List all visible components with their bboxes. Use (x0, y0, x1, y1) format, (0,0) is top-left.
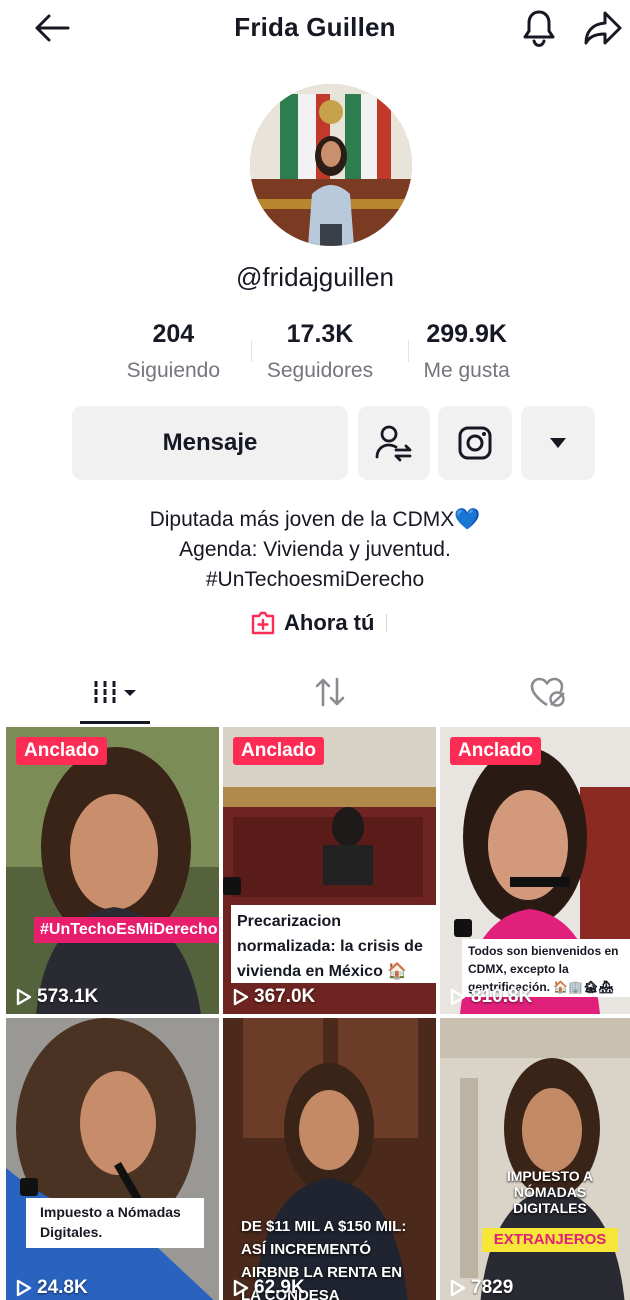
view-count-value: 7829 (471, 1277, 514, 1298)
divider (386, 614, 388, 632)
video-caption-highlight: EXTRANJEROS (482, 1228, 618, 1252)
view-count-value: 367.0K (254, 986, 316, 1007)
top-bar: Frida Guillen (0, 0, 630, 56)
ahora-tu-label: Ahora tú (284, 610, 375, 635)
view-count: 7829 (450, 1277, 513, 1299)
ahora-tu-link[interactable]: Ahora tú (250, 608, 388, 638)
stat-followers-value: 17.3K (286, 320, 354, 348)
add-square-icon (251, 611, 275, 635)
play-icon (16, 988, 32, 1006)
video-thumbnail[interactable]: DE $11 MIL A $150 MIL: ASÍ INCREMENTÓ AI… (223, 1018, 436, 1300)
stat-following-label: Siguiendo (126, 359, 221, 382)
video-thumbnail[interactable]: IMPUESTO A NÓMADAS DIGITALES EXTRANJEROS… (440, 1018, 630, 1300)
video-caption: IMPUESTO A NÓMADAS DIGITALES (506, 1168, 594, 1216)
liked-hidden-icon (530, 677, 565, 707)
play-icon (233, 988, 249, 1006)
bio-line[interactable]: #UnTechoesmiDerecho (0, 565, 630, 595)
play-icon (450, 988, 466, 1006)
video-caption: #UnTechoEsMiDerecho (34, 917, 219, 943)
view-count-value: 62.9K (254, 1277, 305, 1298)
more-options-button[interactable] (521, 406, 595, 480)
stat-following-value: 204 (152, 320, 195, 348)
message-button[interactable]: Mensaje (72, 406, 348, 480)
pinned-badge: Anclado (450, 737, 541, 765)
view-count: 24.8K (16, 1277, 88, 1299)
tab-reposts[interactable] (300, 660, 360, 724)
tiktok-logo-icon (454, 919, 472, 937)
video-thumbnail[interactable]: Anclado Precarizacion normalizada: la cr… (223, 727, 436, 1014)
play-icon (450, 1279, 466, 1297)
video-thumbnail[interactable]: Anclado Todos son bienvenidos en CDMX, e… (440, 727, 630, 1014)
instagram-icon (458, 426, 492, 460)
play-icon (16, 1279, 32, 1297)
notifications-button[interactable] (516, 8, 562, 48)
profile-bio: Diputada más joven de la CDMX💙 Agenda: V… (0, 505, 630, 595)
tiktok-logo-icon (20, 1178, 38, 1196)
bell-icon (523, 10, 555, 48)
view-count: 62.9K (233, 1277, 305, 1299)
stat-following[interactable]: 204 Siguiendo (100, 318, 247, 388)
repost-icon (315, 677, 345, 707)
view-count: 367.0K (233, 986, 315, 1008)
video-thumbnail[interactable]: Anclado #UnTechoEsMiDerecho 573.1K (6, 727, 219, 1014)
tiktok-logo-icon (223, 877, 241, 895)
tab-videos[interactable] (80, 660, 150, 724)
avatar[interactable] (250, 84, 412, 246)
view-count: 573.1K (16, 986, 98, 1008)
pinned-badge: Anclado (16, 737, 107, 765)
caret-down-icon (550, 438, 566, 448)
videos-grid-icon (93, 681, 136, 703)
bio-line: Diputada más joven de la CDMX💙 (149, 508, 481, 531)
pinned-badge: Anclado (233, 737, 324, 765)
profile-handle: @fridajguillen (236, 262, 394, 292)
stat-likes-value: 299.9K (426, 320, 507, 348)
profile-tabs (0, 660, 630, 724)
tab-liked[interactable] (518, 660, 578, 724)
video-thumbnail[interactable]: Impuesto a Nómadas Digitales. 24.8K (6, 1018, 219, 1300)
stat-likes-label: Me gusta (423, 359, 510, 382)
video-caption: Precarizacion normalizada: la crisis de … (231, 905, 436, 983)
view-count-value: 24.8K (37, 1277, 88, 1298)
share-icon (584, 11, 622, 45)
bio-line: Agenda: Vivienda y juventud. (179, 538, 451, 561)
instagram-button[interactable] (438, 406, 512, 480)
add-friend-icon (375, 425, 412, 462)
share-button[interactable] (580, 8, 626, 48)
play-icon (233, 1279, 249, 1297)
stat-followers[interactable]: 17.3K Seguidores (247, 318, 394, 388)
view-count-value: 573.1K (37, 986, 99, 1007)
stat-followers-label: Seguidores (266, 359, 374, 382)
view-count-value: 810.8K (471, 986, 533, 1007)
profile-stats: 204 Siguiendo 17.3K Seguidores 299.9K Me… (100, 318, 540, 388)
view-count: 810.8K (450, 986, 532, 1008)
stat-likes[interactable]: 299.9K Me gusta (393, 318, 540, 388)
video-caption: Impuesto a Nómadas Digitales. (26, 1198, 204, 1248)
follow-back-button[interactable] (358, 406, 430, 480)
